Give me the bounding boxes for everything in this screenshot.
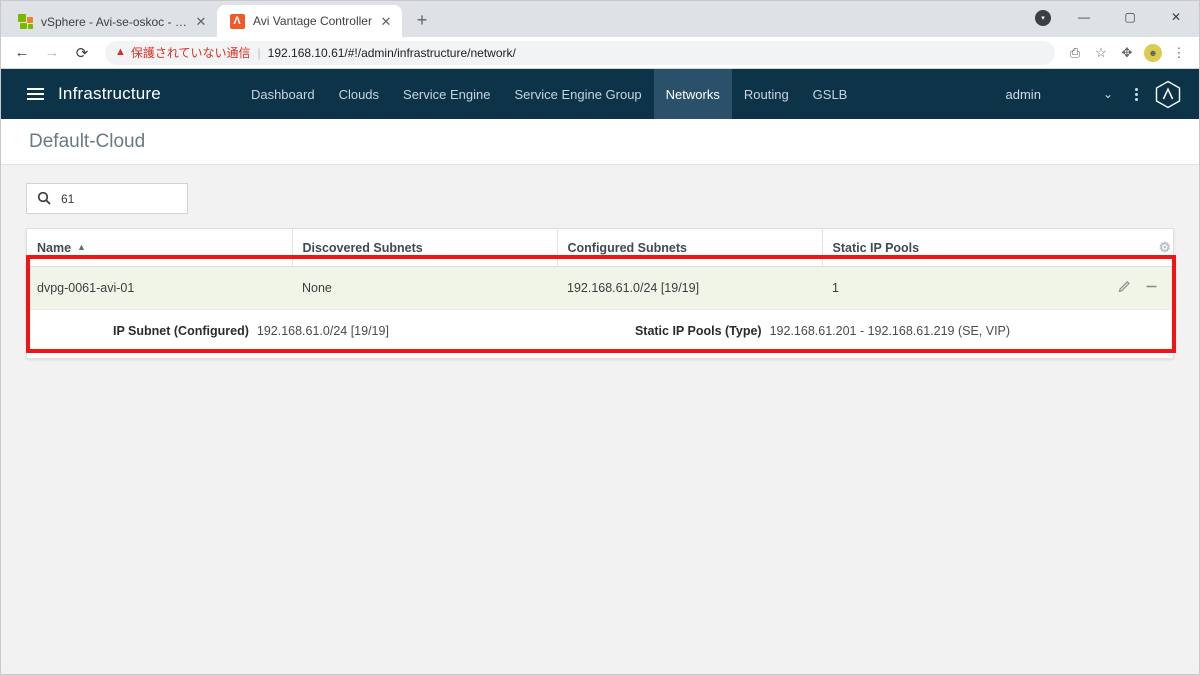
new-tab-button[interactable]: + xyxy=(408,6,436,34)
close-button[interactable]: ✕ xyxy=(1153,1,1199,33)
static-ip-pools-value: 1 xyxy=(832,281,839,295)
column-header-name[interactable]: Name ▲ xyxy=(27,229,292,267)
security-status-text[interactable]: 保護されていない通信 xyxy=(131,44,251,61)
vsphere-icon xyxy=(17,13,33,29)
tab-search-icon[interactable]: ▾ xyxy=(1035,10,1051,26)
browser-tab-vsphere[interactable]: vSphere - Avi-se-oskoc - サマリ ✕ xyxy=(5,5,217,37)
browser-toolbar: ← → ⟳ ▲ 保護されていない通信 | 192.168.10.61/#!/ad… xyxy=(1,37,1199,69)
app-title: Infrastructure xyxy=(58,84,161,103)
app-nav-links: Dashboard Clouds Service Engine Service … xyxy=(239,69,859,119)
page-header: Default-Cloud xyxy=(1,119,1199,165)
reload-button[interactable]: ⟳ xyxy=(69,40,95,66)
app-header: Infrastructure Dashboard Clouds Service … xyxy=(1,69,1199,119)
app-nav-right: admin ⌄ xyxy=(1006,79,1199,109)
table-header-row: Name ▲ Discovered Subnets Configured Subn… xyxy=(27,229,1173,267)
avatar-glyph: ☻ xyxy=(1144,43,1162,62)
nav-item-dashboard[interactable]: Dashboard xyxy=(239,69,327,119)
page-body: Default-Cloud 61 Name ▲ Discovered Subne… xyxy=(1,119,1199,669)
hamburger-icon[interactable] xyxy=(27,88,44,100)
nav-item-clouds[interactable]: Clouds xyxy=(327,69,391,119)
browser-window: vSphere - Avi-se-oskoc - サマリ ✕ Λ Avi Van… xyxy=(0,0,1200,675)
tab-title: vSphere - Avi-se-oskoc - サマリ xyxy=(41,14,187,29)
page-content: 61 Name ▲ Discovered Subnets Configured … xyxy=(1,165,1199,669)
cell-discovered-subnets: None xyxy=(292,266,557,310)
pencil-icon[interactable] xyxy=(1117,279,1132,297)
browser-title-bar: vSphere - Avi-se-oskoc - サマリ ✕ Λ Avi Van… xyxy=(1,1,1199,37)
app-menu-icon[interactable] xyxy=(1123,87,1150,101)
omnibox-separator: | xyxy=(257,45,261,60)
detail-label: IP Subnet (Configured) xyxy=(113,324,249,338)
warning-triangle-icon: ▲ xyxy=(115,46,126,58)
nav-item-gslb[interactable]: GSLB xyxy=(801,69,860,119)
browser-menu-icon[interactable]: ⋮ xyxy=(1167,41,1191,65)
detail-static-ip-pools: Static IP Pools (Type) 192.168.61.201 - … xyxy=(635,324,1010,338)
detail-value: 192.168.61.0/24 [19/19] xyxy=(256,324,389,338)
url-text[interactable]: 192.168.10.61/#!/admin/infrastructure/ne… xyxy=(268,46,516,60)
networks-table-container: Name ▲ Discovered Subnets Configured Subn… xyxy=(26,228,1174,359)
table-row-details: IP Subnet (Configured) 192.168.61.0/24 [… xyxy=(27,309,1173,358)
browser-tab-avi[interactable]: Λ Avi Vantage Controller ✕ xyxy=(217,5,402,37)
column-label: Name xyxy=(37,240,72,255)
minus-icon[interactable] xyxy=(1144,279,1159,297)
column-header-discovered-subnets[interactable]: Discovered Subnets xyxy=(291,229,557,267)
avi-favicon-glyph: Λ xyxy=(229,13,245,29)
search-value: 61 xyxy=(61,191,75,206)
cell-static-ip-pools: 1 xyxy=(822,266,1173,310)
column-label: Static IP Pools xyxy=(832,240,920,255)
nav-item-service-engine-group[interactable]: Service Engine Group xyxy=(502,69,653,119)
nav-item-networks[interactable]: Networks xyxy=(653,69,732,119)
detail-label: Static IP Pools (Type) xyxy=(634,324,762,338)
window-controls: — ▢ ✕ xyxy=(1061,1,1199,33)
networks-card: Name ▲ Discovered Subnets Configured Subn… xyxy=(26,228,1174,359)
minimize-button[interactable]: — xyxy=(1061,1,1107,33)
search-icon xyxy=(37,191,51,207)
chevron-down-icon[interactable]: ⌄ xyxy=(1093,87,1123,101)
column-header-static-ip-pools[interactable]: Static IP Pools ⚙ xyxy=(821,229,1173,267)
sort-ascending-icon: ▲ xyxy=(77,241,86,252)
detail-value: 192.168.61.201 - 192.168.61.219 (SE, VIP… xyxy=(769,324,1011,338)
extensions-icon[interactable]: ✥ xyxy=(1115,41,1139,65)
back-button[interactable]: ← xyxy=(9,40,35,66)
detail-ip-subnet: IP Subnet (Configured) 192.168.61.0/24 [… xyxy=(113,324,389,338)
chevron-down-icon: ▾ xyxy=(1041,14,1045,22)
page-title: Default-Cloud xyxy=(29,130,146,152)
forward-button[interactable]: → xyxy=(39,40,65,66)
bookmark-star-icon[interactable]: ☆ xyxy=(1089,41,1113,65)
nav-item-routing[interactable]: Routing xyxy=(732,69,801,119)
maximize-button[interactable]: ▢ xyxy=(1107,1,1153,33)
gear-icon[interactable]: ⚙ xyxy=(1158,239,1171,256)
cell-name[interactable]: dvpg-0061-avi-01 xyxy=(27,266,292,310)
tab-title: Avi Vantage Controller xyxy=(253,14,372,28)
address-bar[interactable]: ▲ 保護されていない通信 | 192.168.10.61/#!/admin/in… xyxy=(105,40,1055,65)
translate-icon[interactable]: ⎙ xyxy=(1063,41,1087,65)
avatar[interactable]: ☻ xyxy=(1141,41,1165,65)
close-icon[interactable]: ✕ xyxy=(378,13,394,29)
nav-item-service-engine[interactable]: Service Engine xyxy=(391,69,502,119)
avi-icon: Λ xyxy=(229,13,245,29)
close-icon[interactable]: ✕ xyxy=(193,13,209,29)
avi-logo-icon[interactable] xyxy=(1154,79,1181,109)
networks-table: Name ▲ Discovered Subnets Configured Subn… xyxy=(27,229,1173,358)
table-row[interactable]: dvpg-0061-avi-01 None 192.168.61.0/24 [1… xyxy=(27,266,1173,310)
column-header-configured-subnets[interactable]: Configured Subnets xyxy=(556,229,822,267)
tab-strip: vSphere - Avi-se-oskoc - サマリ ✕ Λ Avi Van… xyxy=(1,1,436,37)
details-cell: IP Subnet (Configured) 192.168.61.0/24 [… xyxy=(27,309,1173,358)
search-input[interactable]: 61 xyxy=(26,183,188,214)
cell-configured-subnets: 192.168.61.0/24 [19/19] xyxy=(557,266,822,310)
current-user-label: admin xyxy=(1005,86,1041,102)
